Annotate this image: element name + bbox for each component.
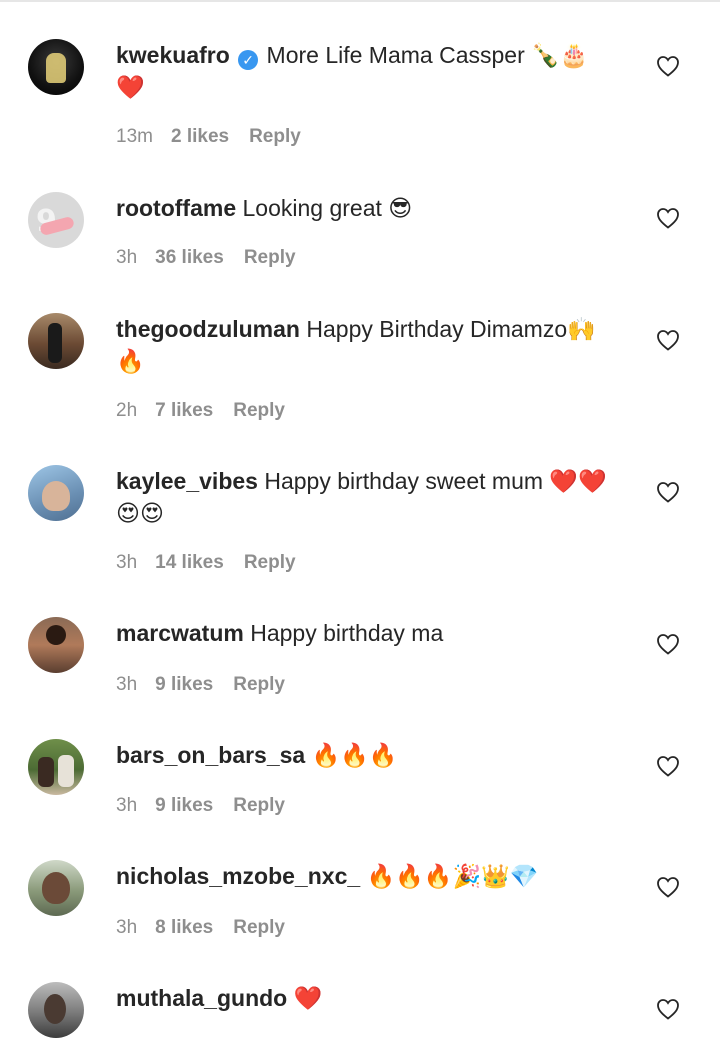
avatar[interactable] — [28, 39, 84, 95]
avatar[interactable] — [28, 313, 84, 369]
comment-text: 🔥🔥🔥🎉👑💎 — [366, 863, 539, 889]
avatar[interactable] — [28, 617, 84, 673]
comment-text: Happy Birthday Dimamzo🙌 — [306, 316, 596, 342]
comment-username[interactable]: kaylee_vibes — [116, 468, 258, 494]
comment-likes[interactable]: 8 likes — [155, 917, 213, 938]
comment-likes[interactable]: 7 likes — [155, 400, 213, 421]
reply-button[interactable]: Reply — [233, 795, 285, 816]
comment-text-continuation: 😍😍 — [116, 500, 164, 526]
like-heart-icon[interactable] — [656, 207, 680, 229]
like-heart-icon[interactable] — [656, 481, 680, 503]
avatar[interactable] — [28, 465, 84, 521]
avatar[interactable] — [28, 982, 84, 1038]
comment-text: Looking great 😎 — [242, 195, 413, 221]
comment-timestamp: 3h — [116, 247, 138, 268]
like-heart-icon[interactable] — [656, 755, 680, 777]
comment-timestamp: 13m — [116, 126, 153, 147]
like-heart-icon[interactable] — [656, 55, 680, 77]
comment-timestamp: 3h — [116, 552, 138, 573]
comment-likes[interactable]: 9 likes — [155, 674, 213, 695]
avatar[interactable]: 9 — [28, 192, 84, 248]
comment-likes[interactable]: 14 likes — [155, 552, 224, 573]
comment-timestamp: 3h — [116, 674, 138, 695]
comment-username[interactable]: muthala_gundo — [116, 985, 287, 1011]
like-heart-icon[interactable] — [656, 876, 680, 898]
comment-text-continuation: 🔥 — [116, 348, 145, 374]
comment-timestamp: 3h — [116, 795, 138, 816]
like-heart-icon[interactable] — [656, 633, 680, 655]
comment-text-continuation: ❤️ — [116, 74, 145, 100]
like-heart-icon[interactable] — [656, 329, 680, 351]
reply-button[interactable]: Reply — [244, 552, 296, 573]
comment-username[interactable]: nicholas_mzobe_nxc_ — [116, 863, 360, 889]
comment-username[interactable]: rootoffame — [116, 195, 236, 221]
comment-username[interactable]: thegoodzuluman — [116, 316, 300, 342]
comment-timestamp: 3h — [116, 917, 138, 938]
comment-username[interactable]: bars_on_bars_sa — [116, 742, 305, 768]
comment-likes[interactable]: 36 likes — [155, 247, 224, 268]
comment-text: ❤️ — [293, 985, 323, 1011]
reply-button[interactable]: Reply — [244, 247, 296, 268]
top-divider — [0, 0, 720, 2]
comment-username[interactable]: kwekuafro — [116, 42, 230, 68]
comment-text: Happy birthday sweet mum ❤️❤️ — [264, 468, 607, 494]
verified-badge-icon: ✓ — [238, 50, 259, 70]
comment-text: Happy birthday ma — [250, 620, 444, 646]
comment-likes[interactable]: 9 likes — [155, 795, 213, 816]
comment-text: 🔥🔥🔥 — [311, 742, 398, 768]
like-heart-icon[interactable] — [656, 998, 680, 1020]
avatar[interactable] — [28, 739, 84, 795]
comment-username[interactable]: marcwatum — [116, 620, 244, 646]
reply-button[interactable]: Reply — [233, 674, 285, 695]
reply-button[interactable]: Reply — [249, 126, 301, 147]
comment-likes[interactable]: 2 likes — [171, 126, 229, 147]
avatar[interactable] — [28, 860, 84, 916]
reply-button[interactable]: Reply — [233, 400, 285, 421]
reply-button[interactable]: Reply — [233, 917, 285, 938]
comment-timestamp: 2h — [116, 400, 138, 421]
comment-text: More Life Mama Cassper 🍾🎂 — [266, 42, 589, 68]
